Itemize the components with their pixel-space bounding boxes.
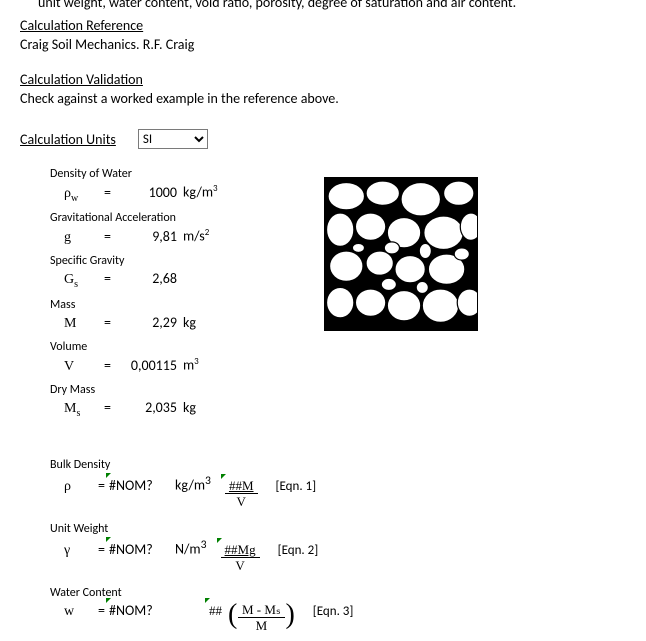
value-dry-mass: 2,035: [115, 399, 177, 416]
heading-calc-validation: Calculation Validation: [20, 71, 626, 88]
calc-reference-text: Craig Soil Mechanics. R.F. Craig: [20, 36, 626, 53]
value-spec-grav: 2,68: [115, 270, 177, 287]
row-dry-mass: Ms = 2,035 kg: [64, 399, 626, 419]
label-water-content: Water Content: [50, 586, 626, 600]
label-unit-weight: Unit Weight: [50, 522, 626, 536]
formula-unit-weight[interactable]: ##Mg V: [221, 543, 260, 572]
row-volume: V = 0,00115 m3: [64, 356, 626, 375]
value-unit-weight[interactable]: #NOM?: [109, 541, 169, 558]
eqn-ref-3: [Eqn. 3]: [313, 604, 354, 619]
row-unit-weight: γ = #NOM? N/m3 ##Mg V [Eqn. 2]: [64, 538, 626, 572]
eqn-ref-1: [Eqn. 1]: [276, 479, 317, 494]
formula-bulk-density[interactable]: ##M V: [225, 479, 258, 508]
value-bulk-density[interactable]: #NOM?: [109, 477, 169, 494]
value-grav-accel: 9,81: [115, 228, 177, 245]
row-bulk-density: ρ = #NOM? kg/m3 ##M V [Eqn. 1]: [64, 474, 626, 508]
calc-validation-text: Check against a worked example in the re…: [20, 90, 626, 107]
value-water-content[interactable]: #NOM?: [109, 602, 169, 619]
truncated-description: unit weight, water content, void ratio, …: [20, 0, 626, 11]
label-dry-mass: Dry Mass: [50, 383, 626, 397]
row-water-content: w = #NOM? ## M - Mₛ M [Eqn. 3]: [64, 602, 626, 632]
label-bulk-density: Bulk Density: [50, 458, 626, 472]
heading-calc-reference: Calculation Reference: [20, 17, 626, 34]
eqn-ref-2: [Eqn. 2]: [278, 543, 319, 558]
units-select[interactable]: SI: [138, 129, 208, 149]
label-volume: Volume: [50, 340, 626, 354]
value-mass: 2,29: [115, 314, 177, 331]
heading-calc-units: Calculation Units: [20, 131, 116, 148]
soil-particle-diagram: [324, 177, 478, 331]
formula-water-content[interactable]: ## M - Mₛ M: [209, 603, 285, 632]
value-volume: 0,00115: [115, 357, 177, 374]
value-density-water: 1000: [115, 184, 177, 201]
